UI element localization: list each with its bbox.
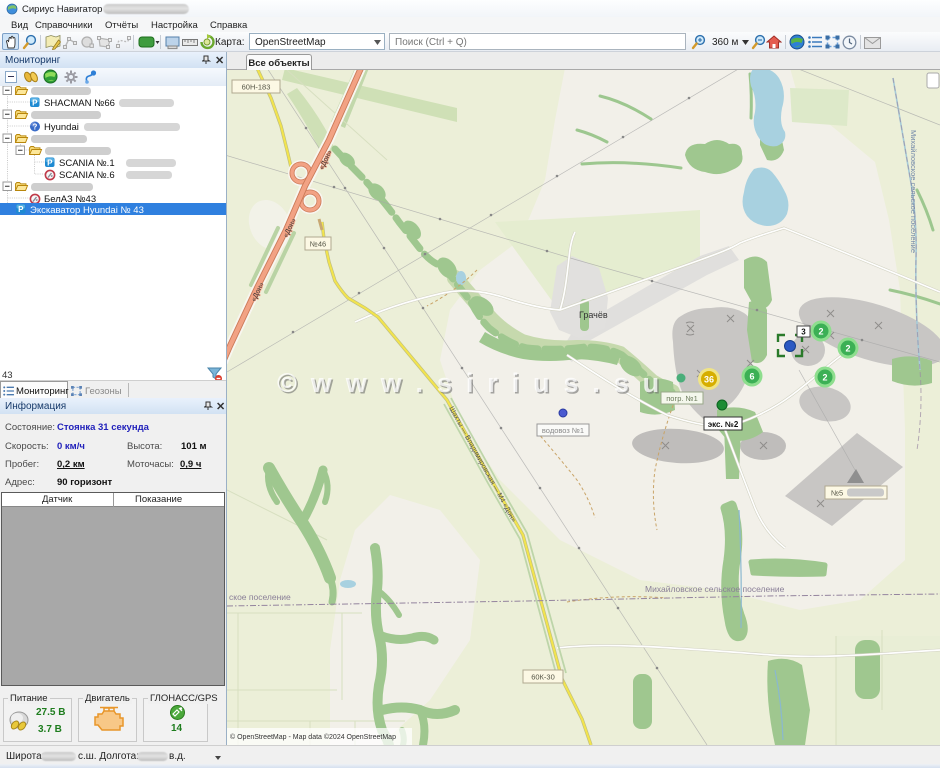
svg-text:© w w w . s i r i u s . s u: © w w w . s i r i u s . s u (277, 368, 662, 398)
svg-text:SCANIA №.1: SCANIA №.1 (59, 158, 115, 169)
svg-text:6: 6 (749, 372, 754, 382)
svg-text:2: 2 (822, 373, 827, 383)
svg-text:ское поселение: ское поселение (229, 592, 291, 602)
svg-text:2: 2 (845, 344, 850, 354)
svg-text:№46: №46 (310, 240, 326, 249)
svg-text:Экскаватор Hyundai № 43: Экскаватор Hyundai № 43 (30, 205, 144, 216)
svg-text:3: 3 (801, 328, 806, 337)
svg-text:36: 36 (704, 375, 714, 385)
svg-text:№5: №5 (831, 489, 843, 498)
svg-text:Михайловское сельское поселени: Михайловское сельское поселение (645, 584, 785, 594)
svg-text:© OpenStreetMap - Map data ©20: © OpenStreetMap - Map data ©2024 OpenStr… (230, 733, 396, 741)
svg-text:2: 2 (818, 327, 823, 337)
svg-text:60Н-183: 60Н-183 (242, 83, 271, 92)
svg-text:погр. №1: погр. №1 (666, 394, 698, 403)
svg-text:SHACMAN №66: SHACMAN №66 (44, 98, 115, 109)
svg-text:60К-30: 60К-30 (531, 673, 555, 682)
svg-text:Hyundai: Hyundai (44, 122, 79, 133)
svg-text:Михайловское сельское поселени: Михайловское сельское поселение (909, 130, 918, 253)
svg-text:SCANIA №.6: SCANIA №.6 (59, 170, 115, 181)
svg-text:водовоз №1: водовоз №1 (542, 426, 584, 435)
svg-text:Грачёв: Грачёв (579, 310, 608, 320)
svg-text:экс. №2: экс. №2 (708, 420, 739, 429)
